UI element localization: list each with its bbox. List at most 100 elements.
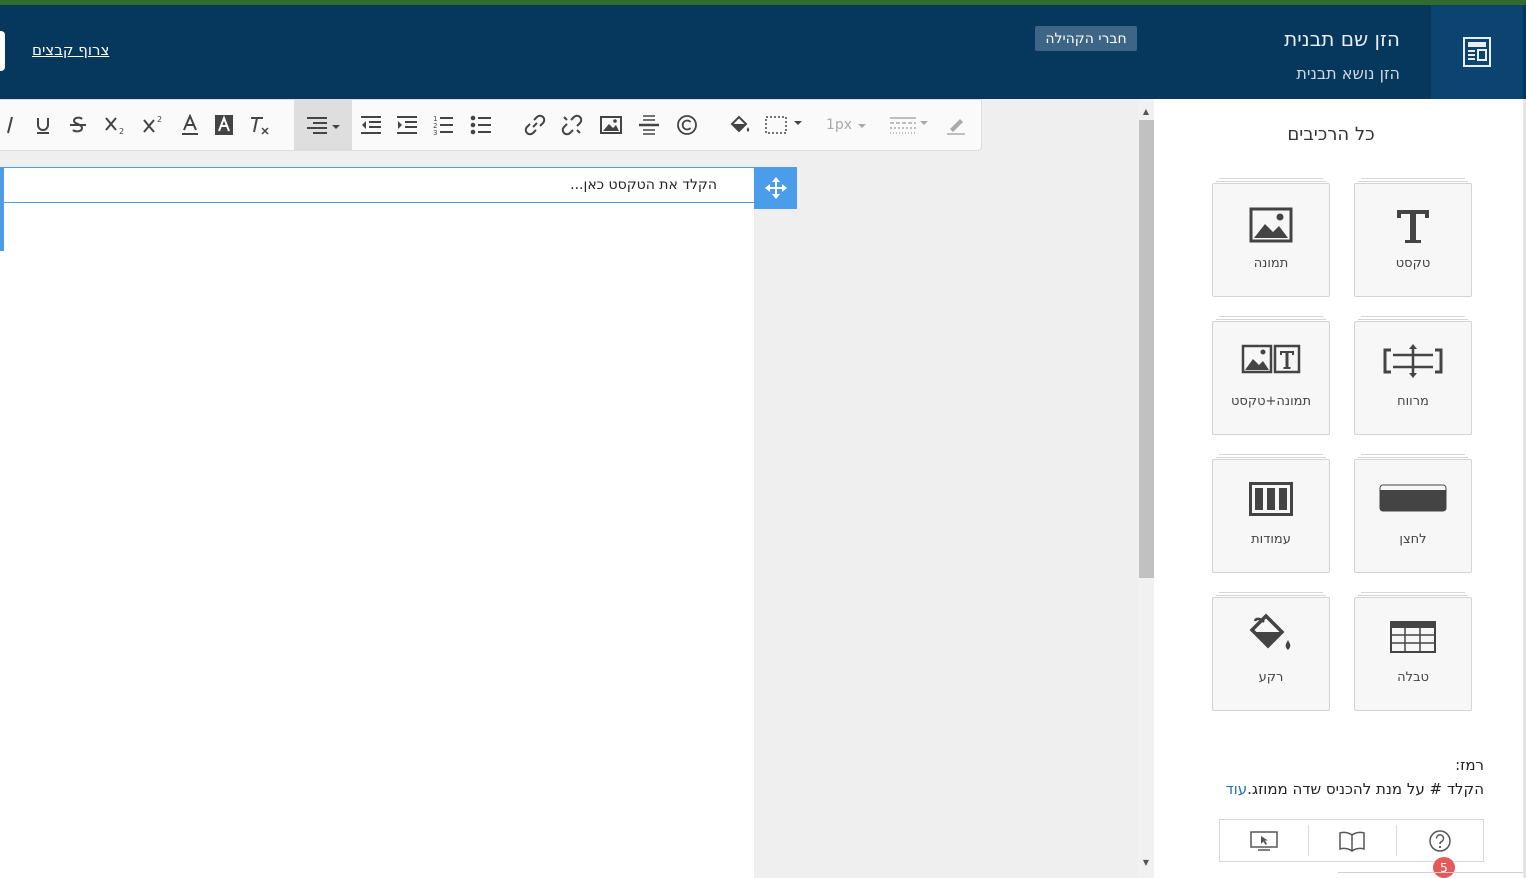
underline-icon[interactable] [28,100,58,150]
hint-text: הקלד # על מנת להכניס שדה ממוזג.עוד [1225,780,1484,798]
card-stack-line [1361,316,1465,317]
help-divider [1308,825,1309,856]
card-stack-line [1216,457,1326,458]
scroll-up-arrow-icon[interactable]: ▲ [1138,103,1154,119]
card-stack-line [1219,592,1323,593]
subscript-icon[interactable]: 2 [98,100,132,150]
border-width-value: 1px [825,117,853,133]
video-tutorial-icon [1250,830,1278,851]
component-label: טבלה [1397,670,1429,685]
move-handle[interactable] [754,167,797,209]
component-image-text[interactable]: תמונה+טקסט [1212,316,1330,435]
help-divider [1396,825,1397,856]
card-stack-line [1358,595,1468,596]
help-bar [1219,819,1484,862]
card-stack-line [1361,454,1465,455]
card-stack-line [1358,181,1468,182]
component-columns[interactable]: עמודות [1212,454,1330,573]
scroll-thumb[interactable] [1139,120,1154,578]
image-icon[interactable] [594,100,628,150]
component-label: לחצן [1399,532,1427,547]
superscript-icon[interactable]: 2 [136,100,170,150]
card-stack-line [1219,454,1323,455]
hint-more-link[interactable]: עוד [1225,780,1247,798]
text-block[interactable]: הקלד את הטקסט כאן... [3,167,754,203]
unlink-icon[interactable] [556,100,588,150]
card-stack-line [1216,319,1326,320]
button-icon [1355,482,1471,512]
template-editor: צרוף קבצים חברי הקהילה הזן שם תבנית הזן … [0,0,1526,878]
component-background[interactable]: רקע [1212,592,1330,711]
template-subject-input[interactable]: הזן נושא תבנית [1296,64,1400,83]
card-stack-line [1358,457,1468,458]
text-placeholder[interactable]: הקלד את הטקסט כאן... [570,177,717,193]
border-dropdown-icon[interactable] [760,100,808,150]
hint-body: הקלד # על מנת להכניס שדה ממוזג. [1247,780,1484,798]
strikethrough-icon[interactable] [62,100,94,150]
card-stack-line [1216,595,1326,596]
formatting-toolbar: 2 2 123 1px [0,99,982,151]
border-width-dropdown[interactable]: 1px [822,100,872,150]
bottom-strip [1338,872,1523,878]
highlight-color-icon[interactable] [208,100,240,150]
horizontal-rule-icon[interactable] [632,100,666,150]
card-stack-line [1216,181,1326,182]
component-label: טקסט [1395,256,1431,271]
font-color-icon[interactable] [174,100,206,150]
template-name-input[interactable]: הזן שם תבנית [1284,27,1400,51]
component-label: תמונה [1253,256,1289,271]
community-members-button[interactable]: חברי הקהילה [1035,26,1137,51]
left-edge-tab [0,31,5,71]
spacer-icon [1355,344,1471,378]
help-icon [1429,829,1451,852]
component-button[interactable]: לחצן [1354,454,1472,573]
svg-text:3: 3 [433,129,437,136]
tutorial-button[interactable] [1220,820,1308,861]
canvas-scrollbar[interactable]: ▲ ▼ [1138,99,1154,878]
book-icon [1339,831,1365,852]
svg-text:2: 2 [157,115,162,124]
bullet-list-icon[interactable] [466,100,496,150]
indent-increase-icon[interactable] [392,100,422,150]
table-icon [1355,620,1471,654]
component-table[interactable]: טבלה [1354,592,1472,711]
component-label: מרווח [1397,394,1429,409]
italic-icon[interactable] [0,100,22,150]
attach-files-link[interactable]: צרוף קבצים [22,41,109,59]
panel-title: כל הרכיבים [1287,124,1375,145]
background-icon [1213,612,1329,654]
align-dropdown-icon[interactable] [294,100,352,150]
card-stack-line [1219,316,1323,317]
header: צרוף קבצים חברי הקהילה הזן שם תבנית הזן … [0,5,1526,99]
image-icon [1213,206,1329,244]
component-label: תמונה+טקסט [1230,394,1312,409]
editor-body[interactable] [0,167,754,878]
copyright-icon[interactable] [670,100,704,150]
card-stack-line [1361,178,1465,179]
component-text[interactable]: טקסט [1354,178,1472,297]
scroll-down-arrow-icon[interactable]: ▼ [1138,854,1154,870]
move-arrows-icon [764,177,787,199]
guide-button[interactable] [1308,820,1396,861]
component-label: רקע [1258,670,1284,685]
component-spacer[interactable]: מרווח [1354,316,1472,435]
component-image[interactable]: תמונה [1212,178,1330,297]
help-button[interactable] [1396,820,1484,861]
text-icon [1355,206,1471,246]
border-style-dropdown-icon[interactable] [884,100,934,150]
indent-decrease-icon[interactable] [356,100,386,150]
image-text-icon [1213,344,1329,374]
template-icon-box [1431,5,1523,99]
clear-format-icon[interactable] [242,100,276,150]
link-icon[interactable] [520,100,550,150]
fill-color-icon[interactable] [724,100,756,150]
newspaper-icon [1463,37,1491,67]
component-label: עמודות [1251,532,1291,547]
card-stack-line [1219,178,1323,179]
card-stack-line [1361,592,1465,593]
svg-text:2: 2 [119,127,124,135]
eraser-icon[interactable] [940,100,972,150]
columns-icon [1213,482,1329,516]
numbered-list-icon[interactable]: 123 [428,100,458,150]
hint-label: רמז: [1455,756,1484,774]
